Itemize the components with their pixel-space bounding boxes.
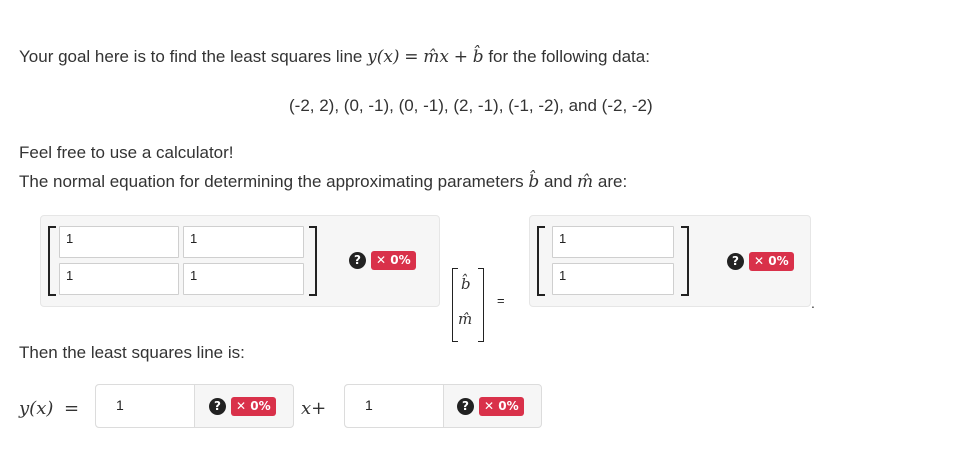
matrix-cell-r1c2[interactable]: 1 xyxy=(183,226,304,258)
help-icon[interactable]: ? xyxy=(457,398,474,415)
normal-eq-prefix: The normal equation for determining the … xyxy=(19,172,529,191)
right-vector-panel: 1 1 ? ✕ 0% xyxy=(529,215,811,307)
intro-eq-m: m̂x xyxy=(423,47,449,67)
help-icon[interactable]: ? xyxy=(349,252,366,269)
left-matrix-panel: 1 1 1 1 ? ✕ 0% xyxy=(40,215,440,307)
data-points: (-2, 2), (0, -1), (0, -1), (2, -1), (-1,… xyxy=(289,96,653,115)
intro-eq-plus: + xyxy=(453,47,468,67)
score-badge: ✕ 0% xyxy=(749,252,794,271)
matrix-cell-r2c2[interactable]: 1 xyxy=(183,263,304,295)
intro-eq-lhs: y(x) xyxy=(367,47,400,67)
help-icon[interactable]: ? xyxy=(209,398,226,415)
vector-bracket-right xyxy=(478,268,484,342)
final-eq-sign: = xyxy=(64,398,80,419)
score-badge: ✕ 0% xyxy=(371,251,416,270)
right-vector-bracket-right xyxy=(681,226,689,296)
intro-text: Your goal here is to find the least squa… xyxy=(19,47,650,67)
vector-cell-r1[interactable]: 1 xyxy=(552,226,674,258)
normal-eq-m-hat: m̂ xyxy=(577,172,594,192)
normal-eq-b-hat: b̂ xyxy=(528,172,540,192)
intercept-input-group: 1 ? ✕ 0% xyxy=(344,384,542,428)
score-badge: ✕ 0% xyxy=(479,397,524,416)
right-vector-bracket-left xyxy=(537,226,545,296)
left-matrix-bracket-left xyxy=(48,226,56,296)
intercept-input[interactable]: 1 xyxy=(345,385,444,427)
vector-b-hat: b̂ xyxy=(461,275,471,293)
left-matrix-bracket-right xyxy=(309,226,317,296)
vector-bracket-left xyxy=(452,268,458,342)
vector-cell-r2[interactable]: 1 xyxy=(552,263,674,295)
calculator-note: Feel free to use a calculator! xyxy=(19,143,234,162)
normal-equation-text: The normal equation for determining the … xyxy=(19,172,627,192)
x-plus-term: x+ xyxy=(301,398,327,419)
equals-sign: = xyxy=(497,293,505,308)
intro-eq-b: b̂ xyxy=(472,47,484,67)
final-eq-lhs: y(x) xyxy=(19,398,54,419)
score-badge: ✕ 0% xyxy=(231,397,276,416)
help-icon[interactable]: ? xyxy=(727,253,744,270)
normal-eq-suffix: are: xyxy=(593,172,628,191)
matrix-cell-r2c1[interactable]: 1 xyxy=(59,263,179,295)
vector-m-hat: m̂ xyxy=(458,310,473,328)
least-squares-label: Then the least squares line is: xyxy=(19,343,245,362)
matrix-cell-r1c1[interactable]: 1 xyxy=(59,226,179,258)
slope-input[interactable]: 1 xyxy=(96,385,195,427)
normal-eq-and: and xyxy=(539,172,578,191)
slope-input-group: 1 ? ✕ 0% xyxy=(95,384,294,428)
intro-suffix: for the following data: xyxy=(483,47,650,66)
intro-eq-sign: = xyxy=(404,47,419,67)
trailing-period: . xyxy=(811,295,815,311)
intro-prefix: Your goal here is to find the least squa… xyxy=(19,47,368,66)
